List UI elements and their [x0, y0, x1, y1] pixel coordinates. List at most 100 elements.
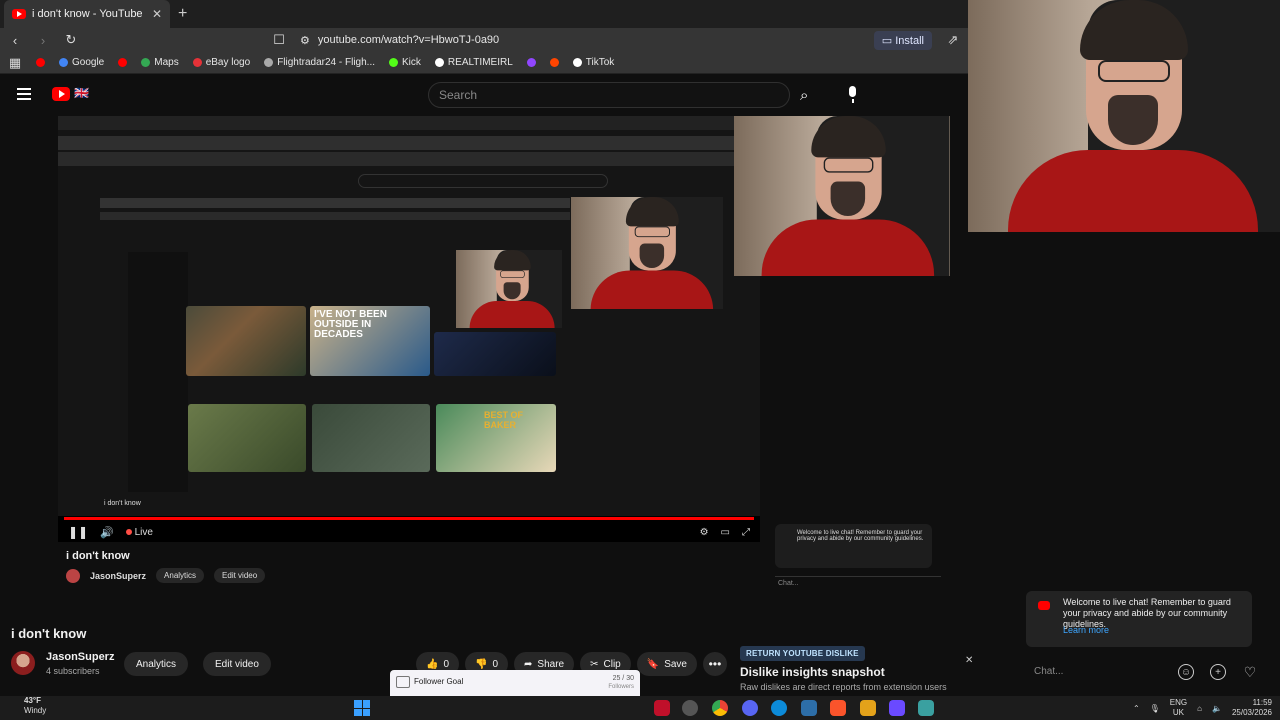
follower-goal-unit: Followers	[608, 684, 634, 690]
settings-icon[interactable]: ⚙	[700, 527, 709, 538]
nested-thumbnail-text: I'VE NOT BEEN OUTSIDE IN DECADES	[314, 309, 387, 340]
bookmark-favicon-icon	[192, 58, 202, 67]
brand-suffix: 🇬🇧	[74, 86, 89, 100]
bookmark-icon[interactable]: ☐	[272, 32, 286, 48]
bookmark-label: eBay logo	[205, 57, 251, 68]
speaker-icon[interactable]: 🔈	[1212, 704, 1222, 713]
vscode-icon[interactable]	[801, 700, 817, 716]
language-indicator[interactable]: ENG UK	[1170, 698, 1187, 718]
learn-more-link[interactable]: Learn more	[1063, 625, 1109, 635]
bookmark-item[interactable]	[549, 58, 559, 67]
reload-icon[interactable]: ↻	[64, 32, 78, 48]
menu-icon[interactable]	[17, 88, 31, 100]
youtube-logo[interactable]	[52, 87, 70, 101]
rtd-tag: RETURN YOUTUBE DISLIKE	[740, 646, 865, 661]
bookmark-favicon-icon	[389, 58, 399, 67]
discord-icon[interactable]	[742, 700, 758, 716]
analytics-button[interactable]: Analytics	[124, 652, 189, 676]
bookmark-item[interactable]: REALTIMEIRL	[434, 57, 513, 68]
heart-icon[interactable]: ♡	[1242, 664, 1258, 680]
thumbs-up-icon: 👍	[426, 658, 439, 670]
bookmark-save-icon: 🔖	[646, 658, 660, 670]
address-bar-row: ‹ › ↻ ☐ ⚙ youtube.com/watch?v=HbwoTJ-0a9…	[0, 28, 968, 52]
nested-avatar	[66, 568, 80, 583]
webcam-nested-1	[734, 116, 950, 276]
weather-widget[interactable]: 43°F Windy	[24, 696, 46, 716]
forward-icon[interactable]: ›	[36, 33, 50, 48]
close-icon[interactable]: ✕	[965, 655, 973, 666]
chevron-up-icon[interactable]: ⌃	[1133, 704, 1140, 713]
copilot-icon[interactable]	[889, 700, 905, 716]
webcam-nested-3	[456, 250, 562, 328]
nested-chat-welcome: Welcome to live chat! Remember to guard …	[775, 524, 932, 568]
fullscreen-icon[interactable]: ⤢	[742, 527, 750, 538]
webcam-overlay	[968, 0, 1280, 232]
avatar[interactable]	[11, 651, 35, 675]
bookmark-label: REALTIMEIRL	[447, 57, 513, 68]
windows-taskbar: 43°F Windy ⌃ 🎙 ENG UK ⌂ 🔈 11:59 25/03/2026	[0, 696, 1280, 720]
bookmark-label: TikTok	[585, 57, 615, 68]
bookmark-item[interactable]	[36, 58, 45, 67]
chrome-icon[interactable]	[712, 700, 728, 716]
bookmark-favicon-icon	[118, 58, 128, 67]
bookmark-item[interactable]: eBay logo	[192, 57, 251, 68]
bookmark-item[interactable]: TikTok	[572, 57, 615, 68]
edit-video-button[interactable]: Edit video	[203, 652, 271, 676]
save-button[interactable]: 🔖 Save	[636, 652, 697, 676]
more-actions-button[interactable]: •••	[702, 652, 727, 676]
edge-icon[interactable]	[771, 700, 787, 716]
nested-thumbnail	[186, 306, 306, 376]
bookmark-item[interactable]: Flightradar24 - Fligh...	[264, 57, 375, 68]
bookmark-item[interactable]: Kick	[389, 57, 421, 68]
microphone-icon[interactable]	[846, 86, 860, 104]
nested-edit: Edit video	[214, 568, 266, 583]
search-input[interactable]: Search	[428, 82, 790, 108]
netflix-icon[interactable]	[654, 700, 670, 716]
nested-thumbnail	[188, 404, 306, 472]
bookmark-label: Maps	[154, 57, 179, 68]
share-icon[interactable]: ⇗	[946, 32, 960, 48]
close-tab-icon[interactable]: ✕	[152, 7, 162, 21]
pause-icon[interactable]: ❚❚	[68, 525, 88, 539]
nested-tabbar	[58, 116, 734, 130]
new-tab-button[interactable]: +	[178, 5, 187, 23]
subscriber-count: 4 subscribers	[46, 666, 100, 676]
browser-tab[interactable]: i don't know - YouTube ✕	[4, 0, 170, 28]
bookmark-label: Kick	[402, 57, 421, 68]
app-icon[interactable]	[918, 700, 934, 716]
network-icon[interactable]: ⌂	[1197, 704, 1202, 713]
bookmark-item[interactable]	[118, 58, 128, 67]
progress-bar[interactable]	[64, 517, 754, 520]
url-field[interactable]: ⚙ youtube.com/watch?v=HbwoTJ-0a90	[300, 34, 860, 47]
nested-thumbnail	[434, 332, 556, 376]
emoji-icon[interactable]: ☺	[1178, 664, 1194, 680]
nested-addressbar	[58, 136, 734, 150]
bookmark-favicon-icon	[264, 58, 274, 67]
video-player[interactable]: I'VE NOT BEEN OUTSIDE IN DECADES BEST OF…	[58, 116, 760, 542]
install-button[interactable]: ▭ Install	[873, 30, 932, 50]
weather-condition: Windy	[24, 706, 47, 715]
chat-input[interactable]: Chat...	[1034, 666, 1164, 677]
site-info-icon[interactable]: ⚙	[300, 34, 310, 47]
mic-tray-icon[interactable]: 🎙	[1150, 704, 1160, 713]
nested-thumbnail: I'VE NOT BEEN OUTSIDE IN DECADES	[310, 306, 430, 376]
clock[interactable]: 11:59 25/03/2026	[1232, 698, 1272, 718]
settings-app-icon[interactable]	[682, 700, 698, 716]
bookmark-item[interactable]: Maps	[141, 57, 179, 68]
search-icon[interactable]: ⌕	[800, 87, 808, 104]
brave-icon[interactable]	[830, 700, 846, 716]
add-icon[interactable]: +	[1210, 664, 1226, 680]
miniplayer-icon[interactable]: ▭	[721, 527, 730, 538]
bookmark-item[interactable]	[526, 58, 536, 67]
bookmark-item[interactable]: Google	[59, 57, 104, 68]
nested-thumbnail-text: BEST OF BAKER	[484, 410, 524, 430]
volume-icon[interactable]: 🔊	[100, 526, 114, 539]
start-icon[interactable]	[354, 700, 370, 716]
scissors-icon: ✂	[590, 658, 599, 670]
live-indicator[interactable]: Live	[125, 527, 153, 538]
channel-name[interactable]: JasonSuperz	[46, 651, 114, 663]
youtube-favicon-icon	[12, 9, 26, 19]
apps-grid-icon[interactable]: ▦	[8, 55, 22, 71]
explorer-icon[interactable]	[860, 700, 876, 716]
back-icon[interactable]: ‹	[8, 33, 22, 48]
